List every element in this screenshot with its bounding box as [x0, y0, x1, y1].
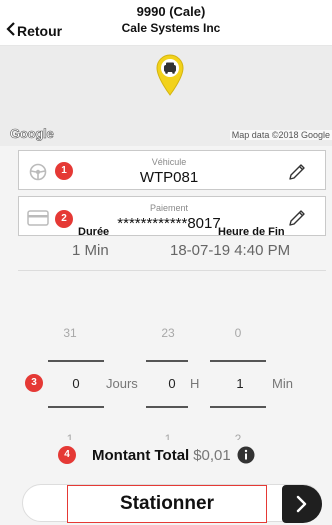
parking-form: Véhicule WTP081 1 Paiement ************8…	[0, 146, 332, 525]
annotation-badge-3: 3	[25, 374, 43, 392]
map-view[interactable]: Google Map data ©2018 Google	[0, 46, 332, 146]
hours-value[interactable]: 0	[152, 376, 192, 391]
hours-picker-bottom-line	[146, 406, 188, 408]
days-unit: Jours	[106, 376, 138, 391]
chevron-right-icon	[296, 495, 307, 513]
page-title: 9990 (Cale)	[136, 4, 206, 19]
header-title-block: 9990 (Cale) Cale Systems Inc	[96, 4, 246, 37]
hours-picker-top-line	[146, 360, 188, 362]
back-label: Retour	[17, 22, 63, 39]
annotation-badge-4: 4	[58, 446, 76, 464]
hours-unit: H	[190, 376, 200, 391]
page-subtitle: Cale Systems Inc	[121, 21, 221, 35]
duration-label: Durée	[78, 226, 110, 238]
end-time-value: 18-07-19 4:40 PM	[170, 242, 291, 259]
google-logo: Google	[10, 126, 54, 142]
duration-value: 1 Min	[72, 242, 109, 259]
header-bar: Retour 9990 (Cale) Cale Systems Inc	[0, 0, 332, 46]
edit-payment-pencil-icon[interactable]	[287, 208, 307, 228]
total-row: Montant Total $0,01	[92, 446, 255, 464]
minutes-unit: Min	[272, 376, 293, 391]
stationner-button[interactable]: Stationner	[67, 485, 267, 523]
map-attribution[interactable]: Map data ©2018 Google	[229, 130, 332, 140]
annotation-badge-2: 2	[55, 210, 73, 228]
info-icon[interactable]	[237, 446, 255, 464]
minutes-prev[interactable]: 0	[218, 326, 258, 340]
minutes-picker-top-line	[210, 360, 266, 362]
minutes-next[interactable]: 2	[218, 432, 258, 440]
minutes-picker-bottom-line	[210, 406, 266, 408]
back-button[interactable]: Retour	[6, 22, 62, 39]
hours-prev[interactable]: 23	[148, 326, 188, 340]
days-picker-top-line	[48, 360, 104, 362]
divider	[18, 270, 326, 271]
total-label: Montant Total	[92, 446, 190, 464]
days-prev[interactable]: 31	[50, 326, 90, 340]
hours-next[interactable]: 1	[148, 432, 188, 440]
days-picker-bottom-line	[48, 406, 104, 408]
annotation-badge-1: 1	[55, 162, 73, 180]
end-time-label: Heure de Fin	[218, 226, 285, 238]
next-arrow-button[interactable]	[282, 485, 322, 523]
map-pin-icon[interactable]	[154, 52, 186, 96]
minutes-value[interactable]: 1	[220, 376, 260, 391]
chevron-left-icon	[6, 22, 16, 39]
total-amount: $0,01	[193, 446, 231, 464]
days-next[interactable]: 1	[50, 432, 90, 440]
days-value[interactable]: 0	[56, 376, 96, 391]
edit-vehicle-pencil-icon[interactable]	[287, 162, 307, 182]
